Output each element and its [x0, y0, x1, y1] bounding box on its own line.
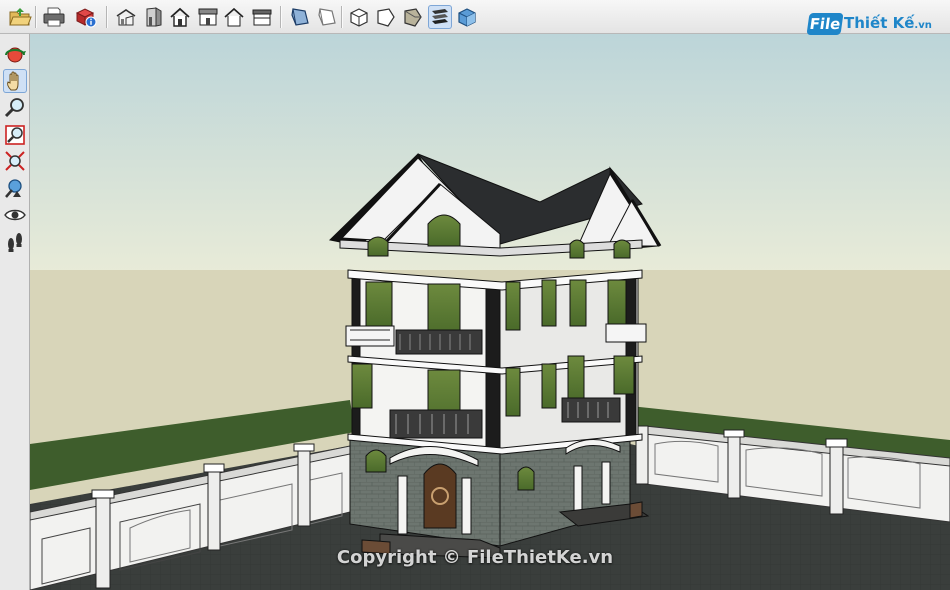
- model-info-icon[interactable]: [74, 5, 98, 29]
- right-view-icon[interactable]: [142, 5, 166, 29]
- style-icon[interactable]: [455, 5, 479, 29]
- camera-tools-palette: [0, 34, 30, 590]
- orbit-icon[interactable]: [3, 43, 27, 67]
- logo-badge: File: [806, 13, 844, 35]
- model-viewport[interactable]: [30, 34, 950, 590]
- zoom-window-icon[interactable]: [3, 123, 27, 147]
- open-folder-icon[interactable]: [8, 5, 32, 29]
- walk-icon[interactable]: [3, 230, 27, 254]
- shaded-icon[interactable]: [374, 5, 398, 29]
- site-logo: File Thiết Kế.vn: [806, 11, 932, 39]
- villa-model: [328, 153, 662, 559]
- print-icon[interactable]: [42, 5, 66, 29]
- front-view-icon[interactable]: [168, 5, 192, 29]
- logo-text: Thiết Kế.vn: [844, 14, 932, 32]
- top-view-icon[interactable]: [196, 5, 220, 29]
- zoom-extents-icon[interactable]: [3, 149, 27, 173]
- villa-3d-scene: [30, 34, 950, 590]
- position-camera-icon[interactable]: [3, 176, 27, 200]
- shaded-textures-icon[interactable]: [401, 5, 425, 29]
- xray-icon[interactable]: [287, 5, 311, 29]
- back-view-icon[interactable]: [222, 5, 246, 29]
- zoom-icon[interactable]: [3, 96, 27, 120]
- hidden-line-icon[interactable]: [347, 5, 371, 29]
- wireframe-icon[interactable]: [314, 5, 338, 29]
- left-view-icon[interactable]: [250, 5, 274, 29]
- iso-view-icon[interactable]: [114, 5, 138, 29]
- look-around-icon[interactable]: [3, 203, 27, 227]
- pan-icon[interactable]: [3, 69, 27, 93]
- logo-tld: .vn: [914, 20, 932, 31]
- logo-name: Thiết Kế: [844, 14, 915, 32]
- copyright-watermark: Copyright © FileThietKe.vn: [336, 547, 614, 568]
- monochrome-icon[interactable]: [428, 5, 452, 29]
